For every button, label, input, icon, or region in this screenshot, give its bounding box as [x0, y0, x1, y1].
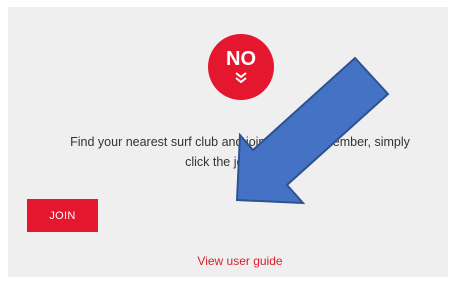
double-chevron-down-icon — [234, 71, 248, 89]
view-user-guide-link[interactable]: View user guide — [178, 254, 302, 268]
no-badge-label: NO — [226, 48, 256, 70]
join-button[interactable]: JOIN — [27, 199, 98, 232]
join-message: Find your nearest surf club and join now… — [58, 132, 422, 172]
join-message-line-1: Find your nearest surf club and join now… — [70, 135, 410, 149]
no-badge: NO — [208, 34, 274, 100]
join-panel: NO Find your nearest surf club and join … — [8, 7, 448, 277]
join-message-line-2: click the join button. — [185, 155, 295, 169]
